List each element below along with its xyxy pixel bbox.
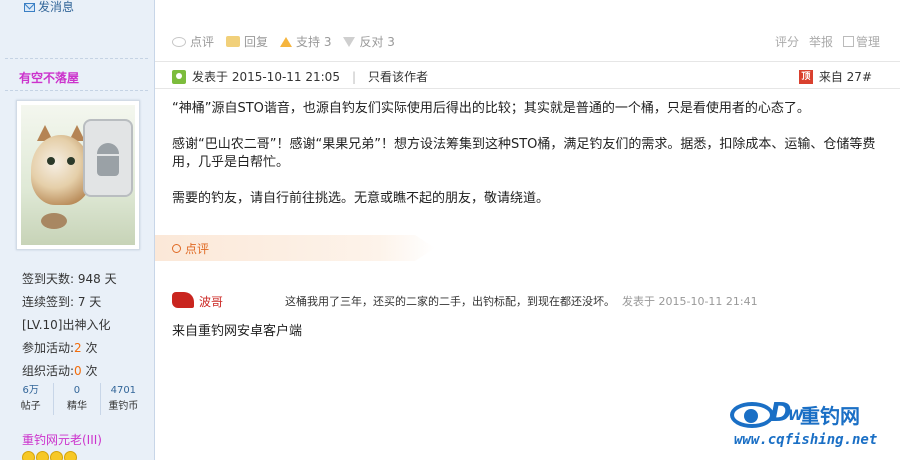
android-icon: [83, 119, 133, 197]
post-action-bar: 点评 回复 支持 3 反对 3: [172, 33, 395, 50]
post-admin-actions: 评分 举报 管理: [775, 33, 880, 50]
manage-control[interactable]: 管理: [842, 33, 880, 50]
author-counters: 6万 帖子 0 精华 4701 重钓币: [8, 383, 146, 415]
online-user-icon: [172, 69, 186, 84]
manage-checkbox[interactable]: [842, 36, 854, 47]
counter-posts[interactable]: 6万 帖子: [8, 383, 55, 415]
watermark-url: www.cqfishing.net: [734, 432, 878, 448]
site-watermark-logo: D W 重钓网 www.cqfishing.net: [730, 398, 890, 454]
comment-circle-icon: [172, 244, 181, 253]
rate-link[interactable]: 评分: [775, 33, 799, 50]
post-content: “神桶”源自STO谐音，也源自钓友们实际使用后得出的比较；其实就是普通的一个桶，…: [172, 100, 882, 226]
post-paragraph: 感谢“巴山农二哥”！感谢“果果兄弟”！想方设法筹集到这种STO桶，满足钓友们的需…: [172, 137, 876, 170]
send-message-link[interactable]: 发消息: [24, 0, 74, 14]
stat-signin-streak: 连续签到: 7 天: [22, 295, 102, 309]
stat-signin-days: 签到天数: 948 天: [22, 272, 117, 286]
reply-icon: [226, 36, 241, 47]
avatar[interactable]: [16, 100, 140, 250]
commenter-avatar[interactable]: [172, 292, 194, 308]
author-username[interactable]: 有空不落屋: [19, 69, 79, 86]
author-stats: 签到天数: 948 天 连续签到: 7 天 [LV.10]出神入化 参加活动:2…: [22, 268, 117, 383]
floor-number[interactable]: 来自 27#: [819, 68, 872, 85]
stat-level: [LV.10]出神入化: [22, 318, 111, 332]
post-meta-bar: 发表于 2015-10-11 21:05 | 只看该作者 顶 来自 27#: [155, 61, 900, 89]
watermark-brand: 重钓网: [800, 404, 860, 428]
thumbs-down-icon: [343, 36, 356, 47]
support-button[interactable]: 支持 3: [280, 33, 331, 50]
counter-digest[interactable]: 0 精华: [54, 383, 101, 415]
source-badge-icon: 顶: [798, 69, 813, 84]
comment-button[interactable]: 点评: [172, 33, 214, 50]
envelope-icon: [24, 3, 35, 12]
medal-badges: [22, 451, 78, 460]
divider: |: [351, 69, 356, 84]
thumbs-up-icon: [280, 36, 293, 47]
report-link[interactable]: 举报: [809, 33, 833, 50]
client-source-note: 来自重钓网安卓客户端: [172, 324, 303, 339]
post-paragraph: “神桶”源自STO谐音，也源自钓友们实际使用后得出的比较；其实就是普通的一个桶，…: [172, 101, 810, 116]
only-author-link[interactable]: 只看该作者: [368, 68, 428, 85]
post-time: 发表于 2015-10-11 21:05: [192, 70, 340, 84]
oppose-button[interactable]: 反对 3: [343, 33, 395, 50]
user-rank: 重钓网元老(III): [22, 433, 102, 447]
comment-time: 发表于 2015-10-11 21:41: [622, 295, 758, 308]
comment-icon: [172, 36, 186, 47]
divider: [5, 90, 148, 91]
stat-events-organized: 组织活动:0 次: [22, 364, 98, 378]
divider: [5, 58, 148, 59]
avatar-image: [21, 105, 135, 245]
reply-button[interactable]: 回复: [226, 33, 268, 50]
commenter-name[interactable]: 波哥: [199, 293, 223, 310]
post-paragraph: 需要的钓友，请自行前往挑选。无意或瞧不起的朋友，敬请绕道。: [172, 191, 550, 206]
counter-coins[interactable]: 4701 重钓币: [101, 383, 146, 415]
stat-events-joined: 参加活动:2 次: [22, 341, 98, 355]
comment-text: 这桶我用了三年，还买的二家的二手，出钓标配，到现在都还没坏。: [285, 295, 615, 308]
comment-section-header: 点评: [155, 235, 435, 261]
send-message-label: 发消息: [38, 0, 75, 14]
author-sidebar: 发消息 有空不落屋 签到天数: 948 天 连续签到: 7 天 [LV.10]出…: [0, 0, 155, 460]
